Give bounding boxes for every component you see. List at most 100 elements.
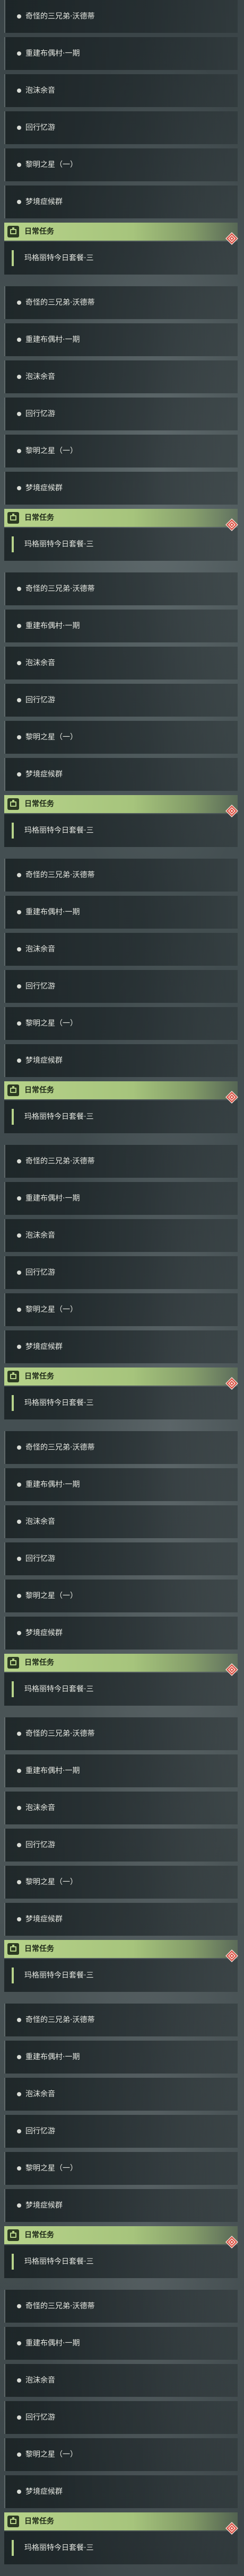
quest-item[interactable]: 黎明之星（一） — [4, 1293, 238, 1326]
quest-item[interactable]: 奇怪的三兄弟·沃德蒂 — [4, 2004, 238, 2036]
quest-item[interactable]: 奇怪的三兄弟·沃德蒂 — [4, 1431, 238, 1464]
quest-item[interactable]: 黎明之星（一） — [4, 2438, 238, 2471]
quest-label: 梦境症候群 — [25, 770, 63, 779]
quest-item[interactable]: 黎明之星（一） — [4, 435, 238, 467]
quest-label: 重建布偶村·一期 — [25, 622, 80, 630]
daily-quest-header[interactable]: 日常任务 — [4, 1940, 238, 1958]
quest-item[interactable]: 泡沫余音 — [4, 360, 238, 393]
quest-item[interactable]: 奇怪的三兄弟·沃德蒂 — [4, 0, 238, 33]
daily-quest-header[interactable]: 日常任务 — [4, 2226, 238, 2244]
quest-item[interactable]: 重建布偶村·一期 — [4, 2327, 238, 2360]
quest-item[interactable]: 重建布偶村·一期 — [4, 2041, 238, 2074]
quest-item[interactable]: 泡沫余音 — [4, 1219, 238, 1252]
quest-item[interactable]: 梦境症候群 — [4, 1903, 238, 1936]
daily-quest-header[interactable]: 日常任务 — [4, 223, 238, 241]
daily-quest-header[interactable]: 日常任务 — [4, 795, 238, 813]
quest-item[interactable]: 泡沫余音 — [4, 74, 238, 107]
quest-marker-icon[interactable] — [225, 805, 238, 817]
quest-marker-icon[interactable] — [225, 232, 238, 245]
quest-item[interactable]: 奇怪的三兄弟·沃德蒂 — [4, 572, 238, 605]
quest-item[interactable]: 回行忆游 — [4, 2115, 238, 2148]
quest-item[interactable]: 梦境症候群 — [4, 186, 238, 218]
quest-item[interactable]: 泡沫余音 — [4, 2364, 238, 2397]
quest-item[interactable]: 重建布偶村·一期 — [4, 610, 238, 642]
daily-quest-header[interactable]: 日常任务 — [4, 2512, 238, 2530]
quest-item[interactable]: 泡沫余音 — [4, 1505, 238, 1538]
quest-item[interactable]: 黎明之星（一） — [4, 721, 238, 754]
calendar-icon — [7, 2229, 19, 2241]
quest-item[interactable]: 回行忆游 — [4, 398, 238, 430]
quest-item[interactable]: 黎明之星（一） — [4, 1866, 238, 1899]
daily-quest-item[interactable]: 玛格丽特今日套餐·三 — [4, 2531, 238, 2564]
dot-icon — [17, 375, 21, 379]
daily-quest-header[interactable]: 日常任务 — [4, 1368, 238, 1386]
quest-item[interactable]: 奇怪的三兄弟·沃德蒂 — [4, 1717, 238, 1750]
quest-marker-icon[interactable] — [225, 518, 238, 531]
quest-item[interactable]: 回行忆游 — [4, 684, 238, 717]
quest-item[interactable]: 梦境症候群 — [4, 1617, 238, 1649]
quest-item[interactable]: 泡沫余音 — [4, 647, 238, 680]
daily-quest-header[interactable]: 日常任务 — [4, 509, 238, 527]
quest-marker-icon[interactable] — [225, 1091, 238, 1104]
quest-item[interactable]: 泡沫余音 — [4, 933, 238, 966]
quest-item[interactable]: 梦境症候群 — [4, 472, 238, 505]
quest-item[interactable]: 重建布偶村·一期 — [4, 896, 238, 929]
quest-marker-icon[interactable] — [225, 2236, 238, 2248]
quest-item[interactable]: 梦境症候群 — [4, 2475, 238, 2508]
daily-quest-header[interactable]: 日常任务 — [4, 1654, 238, 1672]
quest-item[interactable]: 重建布偶村·一期 — [4, 1182, 238, 1215]
dot-icon — [17, 2018, 21, 2022]
dot-icon — [17, 698, 21, 702]
quest-marker-icon[interactable] — [225, 1377, 238, 1390]
daily-quest-item[interactable]: 玛格丽特今日套餐·三 — [4, 528, 238, 561]
quest-item[interactable]: 重建布偶村·一期 — [4, 1754, 238, 1787]
daily-quest-item[interactable]: 玛格丽特今日套餐·三 — [4, 1100, 238, 1133]
quest-item[interactable]: 回行忆游 — [4, 111, 238, 144]
daily-quest-label: 玛格丽特今日套餐·三 — [24, 1399, 94, 1407]
quest-label: 回行忆游 — [25, 123, 55, 132]
quest-item[interactable]: 回行忆游 — [4, 970, 238, 1003]
daily-quest-item[interactable]: 玛格丽特今日套餐·三 — [4, 2245, 238, 2278]
quest-item[interactable]: 泡沫余音 — [4, 1792, 238, 1824]
quest-item[interactable]: 奇怪的三兄弟·沃德蒂 — [4, 859, 238, 892]
dot-icon — [17, 2304, 21, 2308]
quest-panel: 奇怪的三兄弟·沃德蒂 重建布偶村·一期 泡沫余音 回行忆游 黎明之星（一） 梦境… — [0, 1431, 244, 1707]
quest-item[interactable]: 重建布偶村·一期 — [4, 323, 238, 356]
quest-item[interactable]: 黎明之星（一） — [4, 2152, 238, 2185]
quest-item[interactable]: 梦境症候群 — [4, 1330, 238, 1363]
quest-item[interactable]: 回行忆游 — [4, 2401, 238, 2434]
quest-item[interactable]: 泡沫余音 — [4, 2078, 238, 2111]
quest-item[interactable]: 梦境症候群 — [4, 2189, 238, 2222]
quest-panel: 奇怪的三兄弟·沃德蒂 重建布偶村·一期 泡沫余音 回行忆游 黎明之星（一） 梦境… — [0, 286, 244, 562]
dot-icon — [17, 587, 21, 591]
dot-icon — [17, 1196, 21, 1201]
quest-item[interactable]: 奇怪的三兄弟·沃德蒂 — [4, 1145, 238, 1178]
quest-item[interactable]: 梦境症候群 — [4, 1044, 238, 1077]
quest-marker-icon[interactable] — [225, 1949, 238, 1962]
quest-item[interactable]: 黎明之星（一） — [4, 148, 238, 181]
daily-quest-item[interactable]: 玛格丽特今日套餐·三 — [4, 1959, 238, 1992]
quest-item[interactable]: 重建布偶村·一期 — [4, 1468, 238, 1501]
quest-label: 回行忆游 — [25, 1555, 55, 1563]
dot-icon — [17, 2129, 21, 2133]
quest-item[interactable]: 奇怪的三兄弟·沃德蒂 — [4, 2290, 238, 2323]
quest-marker-icon[interactable] — [225, 1663, 238, 1676]
daily-quest-item[interactable]: 玛格丽特今日套餐·三 — [4, 242, 238, 275]
quest-item[interactable]: 重建布偶村·一期 — [4, 37, 238, 70]
quest-item[interactable]: 梦境症候群 — [4, 758, 238, 791]
quest-item[interactable]: 回行忆游 — [4, 1829, 238, 1862]
quest-item[interactable]: 黎明之星（一） — [4, 1007, 238, 1040]
daily-quest-header[interactable]: 日常任务 — [4, 1081, 238, 1099]
dot-icon — [17, 873, 21, 877]
quest-item[interactable]: 回行忆游 — [4, 1256, 238, 1289]
quest-item[interactable]: 回行忆游 — [4, 1542, 238, 1575]
quest-item[interactable]: 奇怪的三兄弟·沃德蒂 — [4, 286, 238, 319]
quest-label: 奇怪的三兄弟·沃德蒂 — [25, 871, 95, 879]
daily-quest-item[interactable]: 玛格丽特今日套餐·三 — [4, 1387, 238, 1419]
quest-marker-icon[interactable] — [225, 2522, 238, 2535]
daily-quest-item[interactable]: 玛格丽特今日套餐·三 — [4, 1673, 238, 1706]
dot-icon — [17, 163, 21, 167]
daily-quest-item[interactable]: 玛格丽特今日套餐·三 — [4, 814, 238, 847]
quest-label: 回行忆游 — [25, 2413, 55, 2422]
quest-item[interactable]: 黎明之星（一） — [4, 1580, 238, 1612]
